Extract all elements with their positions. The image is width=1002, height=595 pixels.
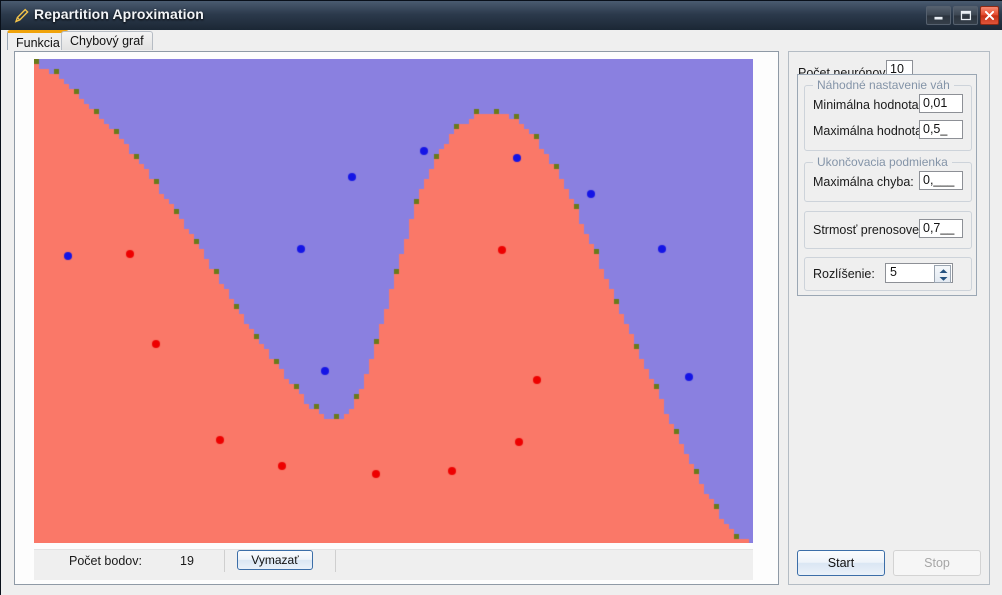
status-separator bbox=[224, 550, 225, 572]
resolution-stepper[interactable]: 5 bbox=[885, 263, 953, 283]
maximize-button[interactable] bbox=[953, 6, 978, 25]
status-separator bbox=[335, 550, 336, 572]
resolution-group: Rozlíšenie: 5 bbox=[804, 257, 972, 291]
window-title: Repartition Aproximation bbox=[34, 6, 204, 22]
clear-button[interactable]: Vymazať bbox=[237, 550, 313, 570]
points-count-value: 19 bbox=[180, 554, 194, 568]
stop-condition-group: Ukončovacia podmienka Maximálna chyba: 0… bbox=[804, 155, 972, 202]
min-value-input[interactable]: 0,01 bbox=[919, 94, 963, 113]
min-value-label: Minimálna hodnota: bbox=[813, 98, 923, 112]
title-bar: Repartition Aproximation bbox=[1, 1, 1002, 30]
up-down-arrows-icon[interactable] bbox=[934, 265, 951, 283]
close-button[interactable] bbox=[980, 6, 999, 25]
resolution-value: 5 bbox=[890, 265, 897, 279]
max-value-label: Maximálna hodnota: bbox=[813, 124, 926, 138]
minimize-button[interactable] bbox=[926, 6, 951, 25]
stop-button: Stop bbox=[893, 550, 981, 576]
steepness-input[interactable]: 0,7__ bbox=[919, 219, 963, 238]
main-tab-bar: Funkcia Chybový graf bbox=[1, 30, 1002, 51]
steepness-group: Strmosť prenosovej: 0,7__ bbox=[804, 211, 972, 249]
max-error-label: Maximálna chyba: bbox=[813, 175, 914, 189]
decision-boundary-canvas[interactable] bbox=[34, 59, 753, 543]
pencil-icon bbox=[12, 7, 30, 25]
stop-condition-legend: Ukončovacia podmienka bbox=[813, 155, 952, 169]
steepness-label: Strmosť prenosovej: bbox=[813, 223, 926, 237]
settings-panel: Počet neurónov: 10 Learning rate: 0,25 P… bbox=[788, 51, 990, 585]
points-count-label: Počet bodov: bbox=[69, 554, 142, 568]
random-weights-group: Náhodné nastavenie váh Minimálna hodnota… bbox=[804, 78, 972, 151]
random-weights-legend: Náhodné nastavenie váh bbox=[813, 78, 954, 92]
classification-plot[interactable] bbox=[34, 59, 753, 543]
content-area: Počet bodov: 19 Vymazať Počet neurónov: … bbox=[1, 51, 1002, 595]
application-window: Repartition Aproximation Funkcia Chybový… bbox=[0, 0, 1002, 595]
function-panel: Počet bodov: 19 Vymazať bbox=[14, 51, 779, 585]
max-error-input[interactable]: 0,___ bbox=[919, 171, 963, 190]
start-button[interactable]: Start bbox=[797, 550, 885, 576]
max-value-input[interactable]: 0,5_ bbox=[919, 120, 963, 139]
nastavenia-pane: Náhodné nastavenie váh Minimálna hodnota… bbox=[797, 74, 977, 296]
tab-chybovy-graf[interactable]: Chybový graf bbox=[61, 31, 153, 51]
tab-funkcia[interactable]: Funkcia bbox=[7, 30, 69, 51]
resolution-label: Rozlíšenie: bbox=[813, 267, 875, 281]
plot-status-bar: Počet bodov: 19 Vymazať bbox=[34, 549, 753, 580]
